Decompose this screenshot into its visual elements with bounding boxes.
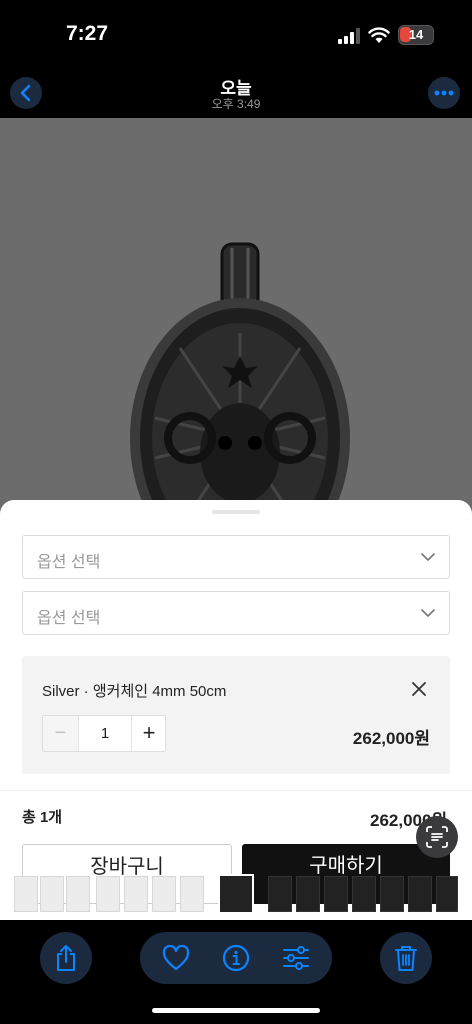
option-select-1-label: 옵션 선택 [37, 554, 101, 571]
thumbnail[interactable] [324, 876, 348, 912]
chevron-down-icon [421, 609, 435, 617]
status-time: 7:27 [66, 22, 109, 45]
sliders-icon [283, 946, 309, 970]
selected-option-item: Silver · 앵커체인 4mm 50cm − 1 + 262,000원 [22, 656, 450, 774]
status-bar: 7:27 14 [0, 0, 472, 70]
option-select-1[interactable]: 옵션 선택 [22, 535, 450, 579]
info-icon [222, 944, 250, 972]
quantity-value[interactable]: 1 [79, 716, 131, 751]
home-indicator [152, 1008, 320, 1013]
wifi-icon [368, 27, 390, 43]
thumbnail[interactable] [436, 876, 458, 912]
live-text-icon [426, 826, 448, 848]
thumbnail[interactable] [96, 876, 120, 912]
divider [0, 790, 472, 791]
share-icon [57, 945, 75, 971]
thumbnail[interactable] [408, 876, 432, 912]
favorite-button[interactable] [160, 942, 192, 974]
more-icon [434, 90, 454, 96]
photo-toolbar [0, 920, 472, 1024]
product-option-sheet: 옵션 선택 옵션 선택 Silver · 앵커체인 4mm 50cm − 1 +… [0, 500, 472, 920]
thumbnail-current[interactable] [218, 874, 254, 914]
quantity-decrease-button[interactable]: − [43, 716, 79, 751]
edit-adjust-button[interactable] [280, 942, 312, 974]
quantity-increase-button[interactable]: + [131, 716, 166, 751]
selected-option-name: Silver · 앵커체인 4mm 50cm [42, 683, 227, 700]
info-button[interactable] [220, 942, 252, 974]
battery-level: 14 [408, 27, 424, 42]
live-text-button[interactable] [416, 816, 458, 858]
share-button[interactable] [40, 932, 92, 984]
total-quantity-label: 총 1개 [22, 809, 63, 826]
pendant-image [130, 242, 350, 538]
sheet-handle[interactable] [212, 510, 260, 514]
thumbnail[interactable] [124, 876, 148, 912]
trash-icon [395, 946, 417, 971]
nav-subtitle: 오후 3:49 [211, 97, 261, 111]
thumbnail[interactable] [66, 876, 90, 912]
thumbnail[interactable] [380, 876, 404, 912]
option-select-2[interactable]: 옵션 선택 [22, 591, 450, 635]
heart-icon [162, 945, 190, 971]
selected-option-price: 262,000원 [352, 729, 430, 748]
nav-bar: 오늘 오후 3:49 [0, 70, 472, 118]
thumbnail[interactable] [268, 876, 292, 912]
more-button[interactable] [428, 77, 460, 109]
quantity-stepper: − 1 + [42, 715, 166, 752]
thumbnail[interactable] [352, 876, 376, 912]
battery-icon: 14 [398, 25, 434, 45]
thumbnail[interactable] [180, 876, 204, 912]
chevron-down-icon [421, 553, 435, 561]
delete-button[interactable] [380, 932, 432, 984]
option-select-2-label: 옵션 선택 [37, 610, 101, 627]
thumbnail[interactable] [14, 876, 38, 912]
thumbnail-strip[interactable] [0, 870, 472, 920]
signal-icon [338, 28, 360, 44]
thumbnail[interactable] [40, 876, 64, 912]
thumbnail[interactable] [296, 876, 320, 912]
tool-group [140, 932, 332, 984]
thumbnail[interactable] [152, 876, 176, 912]
close-icon[interactable] [410, 680, 428, 698]
